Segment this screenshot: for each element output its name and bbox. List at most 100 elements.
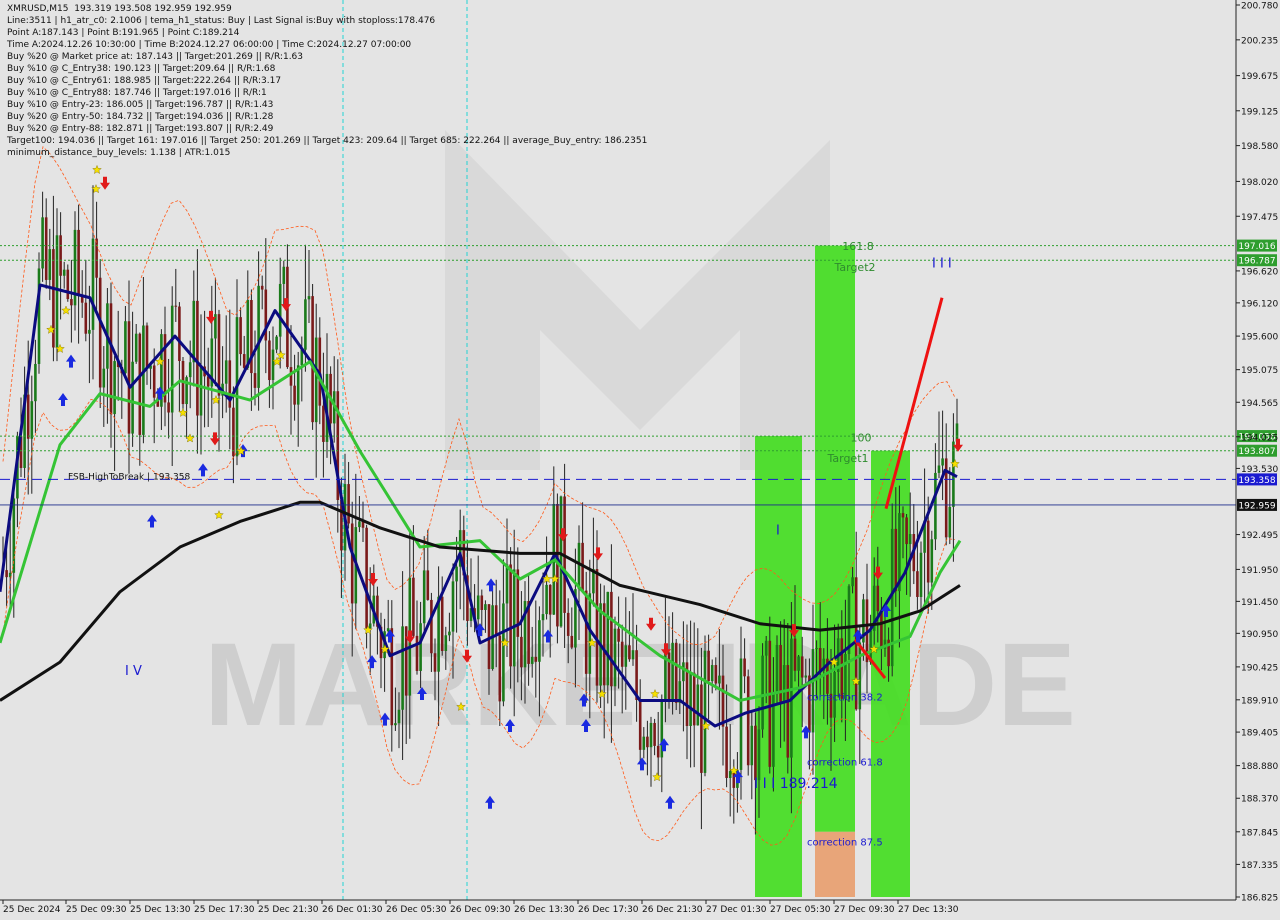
candle-body [314,337,318,423]
x-tick-label: 25 Dec 21:30 [258,905,319,915]
candle-body [534,656,538,662]
level-price-label: 196.787 [1238,257,1275,267]
candle-body [930,539,934,583]
candle-body [311,296,314,423]
candle-body [224,360,228,384]
candle-body [743,658,746,677]
y-tick-label: 198.020 [1241,178,1278,188]
y-tick-label: 189.405 [1241,729,1278,739]
candle-body [707,650,710,682]
info-line: Time A:2024.12.26 10:30:00 | Time B:2024… [7,40,412,50]
candle-body [804,675,808,678]
candle-body [577,542,581,590]
candle-body [710,665,714,682]
y-tick-label: 198.580 [1241,142,1278,152]
candle-body [926,520,930,583]
candle-body [545,584,548,615]
candle-body [41,217,44,269]
chart-annotation: FSB-HighToBreak | 193.358 [68,472,190,482]
candle-body [811,649,815,733]
chart-annotation: 161.8 [842,240,874,253]
candle-body [649,722,653,748]
y-tick-label: 188.370 [1241,795,1278,805]
candle-body [347,484,350,524]
candle-body [775,644,779,695]
info-line: minimum_distance_buy_levels: 1.138 | ATR… [7,148,231,158]
x-tick-label: 25 Dec 13:30 [130,905,191,915]
candle-body [934,472,937,540]
candle-body [509,564,512,667]
candle-body [451,581,455,632]
candle-body [851,577,854,587]
candle-body [703,650,707,773]
chart-annotation: correction 61.8 [807,758,883,769]
candle-body [757,729,761,781]
indicator-info-panel: XMRUSD,M15 193.319 193.508 192.959 192.9… [7,3,647,159]
candle-body [419,623,422,671]
level-price-label: 197.016 [1238,242,1275,252]
candle-body [257,285,260,388]
candle-body [631,650,635,660]
candle-body [894,528,898,592]
candle-body [746,676,750,766]
candle-body [142,325,145,435]
candle-body [134,333,138,362]
candle-body [138,333,142,435]
y-tick-label: 188.880 [1241,762,1278,772]
x-tick-label: 27 Dec 13:30 [898,905,959,915]
target2-zone [815,245,855,832]
candle-body [638,699,642,750]
chart-annotation: I I I 189.214 [754,776,838,792]
candle-body [37,268,41,364]
x-tick-label: 27 Dec 01:30 [706,905,767,915]
candle-body [5,570,8,578]
x-tick-label: 26 Dec 01:30 [322,905,383,915]
candle-body [113,361,116,415]
candle-body [682,662,685,682]
y-tick-label: 187.335 [1241,861,1278,871]
info-line: Point A:187.143 | Point B:191.965 | Poin… [7,28,240,38]
candle-body [394,723,397,726]
candle-body [34,363,37,402]
candle-body [502,603,505,702]
candle-body [941,458,944,466]
chart-annotation: correction 38.2 [807,692,883,703]
candle-body [718,675,721,684]
info-line: Target100: 194.036 || Target 161: 197.01… [7,136,648,146]
candle-body [584,590,588,674]
x-tick-label: 27 Dec 05:30 [770,905,831,915]
y-tick-label: 187.845 [1241,828,1278,838]
candle-body [98,277,102,388]
candle-body [908,534,912,545]
chart-annotation: I I I [932,257,952,272]
info-line: Buy %10 @ C_Entry61: 188.985 || Target:2… [7,76,282,86]
candle-body [656,745,660,758]
y-tick-label: 190.425 [1241,663,1278,673]
candle-body [246,300,250,368]
candle-body [548,584,552,615]
candle-body [750,725,754,766]
candle-body [192,300,196,363]
candle-body [566,612,570,636]
candle-body [700,684,703,773]
candle-body [289,367,293,386]
candle-body [671,642,674,701]
candle-body [901,513,905,518]
candle-body [455,566,458,582]
candle-body [152,365,156,398]
y-tick-label: 191.950 [1241,566,1278,576]
x-tick-label: 26 Dec 09:30 [450,905,511,915]
candle-body [800,656,804,678]
candle-body [606,591,610,686]
candle-body [286,266,289,368]
candle-body [937,465,941,473]
candle-body [725,726,728,778]
candle-body [840,638,844,699]
candle-body [793,638,797,671]
candle-body [30,401,34,439]
y-tick-label: 200.235 [1241,36,1278,46]
candle-body [430,599,433,654]
candle-body [721,675,725,727]
candle-body [174,305,178,307]
y-tick-label: 194.025 [1241,433,1278,443]
